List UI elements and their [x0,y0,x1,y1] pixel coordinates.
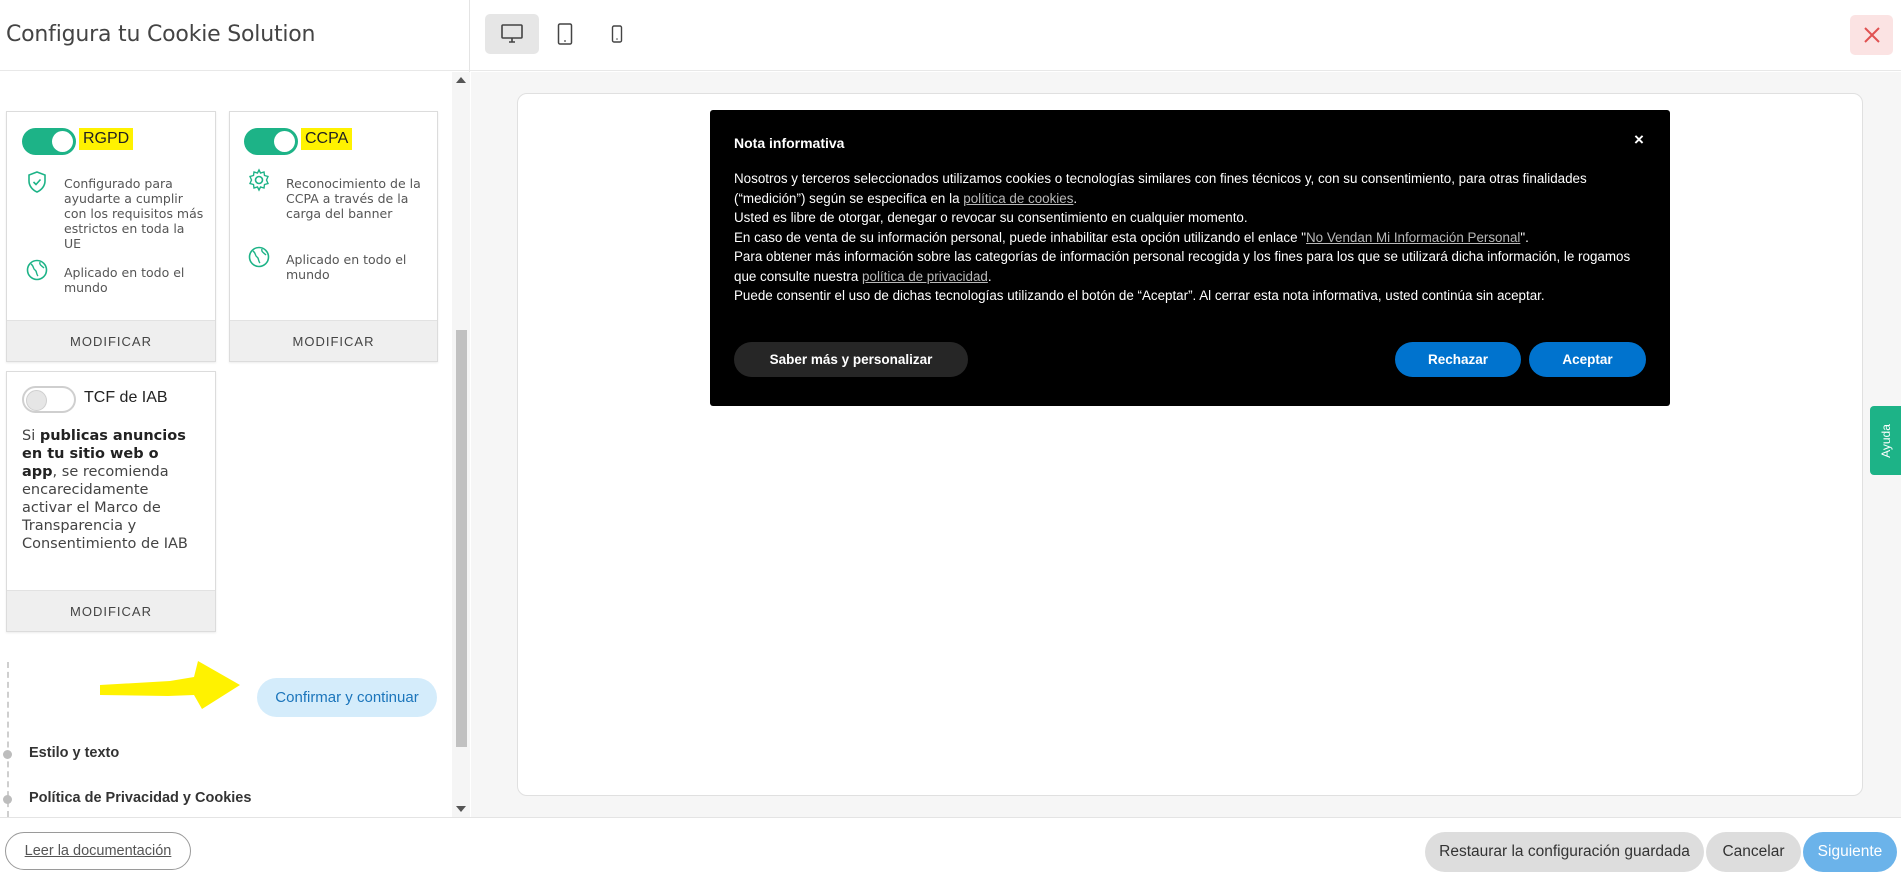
help-tab-label: Ayuda [1878,423,1893,458]
tcf-modify-button[interactable]: MODIFICAR [7,590,215,631]
read-docs-button[interactable]: Leer la documentación [5,832,191,870]
banner-close-icon[interactable]: × [1634,130,1644,150]
shield-check-icon [28,171,46,193]
ccpa-toggle[interactable] [244,128,298,155]
help-tab[interactable]: Ayuda [1870,406,1901,475]
panel-title: Configura tu Cookie Solution [6,22,316,47]
tcf-description: Si publicas anuncios en tu sitio web o a… [22,428,188,552]
scroll-down-arrow[interactable] [456,806,466,812]
panel-header: Configura tu Cookie Solution [0,0,470,71]
learn-more-button[interactable]: Saber más y personalizar [734,342,968,377]
banner-title: Nota informativa [734,135,845,151]
rgpd-feature-strict: Configurado para ayudarte a cumplir con … [64,176,204,251]
tablet-view-button[interactable] [538,14,592,54]
step-dot-style [3,750,12,759]
reject-button[interactable]: Rechazar [1395,342,1521,377]
footer-bar: Leer la documentación Restaurar la confi… [0,817,1901,882]
banner-text: Nosotros y terceros seleccionados utiliz… [734,171,1631,303]
ccpa-feature-banner: Reconocimiento de la CCPA a través de la… [286,176,421,221]
do-not-sell-link[interactable]: No Vendan Mi Información Personal [1306,230,1520,245]
cookie-banner: Nota informativa × Nosotros y terceros s… [710,110,1670,406]
device-toolbar [470,0,1901,71]
confirm-continue-button[interactable]: Confirmar y continuar [257,678,437,717]
step-privacy-cookies[interactable]: Política de Privacidad y Cookies [29,790,251,806]
privacy-policy-link[interactable]: política de privacidad [862,269,988,284]
desktop-icon [501,24,523,43]
highlight-arrow [100,661,240,709]
mobile-icon [611,25,623,43]
rgpd-label: RGPD [79,128,134,150]
mobile-view-button[interactable] [590,14,644,54]
desktop-view-button[interactable] [485,14,539,54]
gear-icon [249,168,269,192]
rgpd-modify-button[interactable]: MODIFICAR [7,320,215,361]
step-style-text[interactable]: Estilo y texto [29,745,119,761]
scroll-thumb[interactable] [456,330,467,747]
ccpa-card: CCPA Reconocimiento de la CCPA a través … [229,111,438,362]
globe-icon [248,246,270,268]
step-dot-privacy [3,795,12,804]
config-panel: Configura tu Cookie Solution RGPD Config… [0,0,470,817]
steps-timeline [7,662,9,817]
close-icon [1863,27,1880,43]
close-button[interactable] [1850,15,1893,55]
rgpd-toggle[interactable] [22,128,76,155]
panel-scrollbar[interactable] [452,72,470,817]
ccpa-feature-worldwide: Aplicado en todo el mundo [286,252,407,282]
tcf-label: TCF de IAB [84,389,168,406]
cancel-button[interactable]: Cancelar [1706,832,1801,872]
tcf-card: TCF de IAB Si publicas anuncios en tu si… [6,371,216,632]
globe-icon [26,259,48,281]
scroll-up-arrow[interactable] [456,77,466,83]
rgpd-card: RGPD Configurado para ayudarte a cumplir… [6,111,216,362]
accept-button[interactable]: Aceptar [1529,342,1646,377]
tablet-icon [557,23,573,45]
restore-config-button[interactable]: Restaurar la configuración guardada [1425,832,1704,872]
rgpd-feature-worldwide: Aplicado en todo el mundo [64,265,185,295]
ccpa-label: CCPA [301,128,353,150]
next-button[interactable]: Siguiente [1803,832,1897,872]
cookie-policy-link[interactable]: política de cookies [963,191,1073,206]
ccpa-modify-button[interactable]: MODIFICAR [230,320,437,361]
tcf-toggle[interactable] [22,386,76,413]
